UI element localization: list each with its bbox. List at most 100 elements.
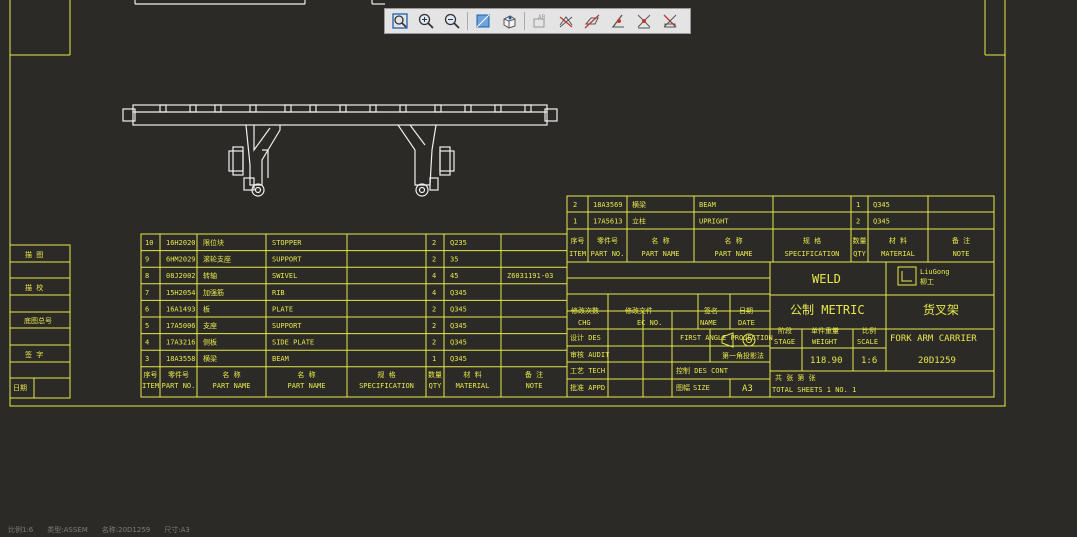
sheets-label: 共 张 第 张	[775, 373, 816, 382]
zoom-fit-icon	[392, 13, 408, 29]
bom-left-cell: 10	[145, 239, 153, 247]
bom-left-cell: Q345	[450, 355, 467, 363]
tech-label: 工艺 TECH	[570, 367, 605, 375]
bom-left-cell: 2	[432, 322, 436, 330]
bom-left-cell: 8	[145, 272, 149, 280]
weight-label-cn: 单件重量	[811, 326, 839, 335]
size-value: A3	[742, 384, 753, 394]
bom-right-cell: Q345	[873, 218, 890, 226]
projection-label-cn: 第一角投影法	[722, 351, 764, 360]
status-bar: 比例1:6 类型:ASSEM 名称:20D1259 尺寸:A3	[8, 525, 190, 535]
bom-left-cell: 4	[145, 339, 149, 347]
name-label-en: NAME	[700, 319, 717, 327]
bom-left-cell: 15H2054	[166, 289, 196, 297]
datum-planes-button[interactable]	[554, 10, 578, 32]
bom-left-cell: BEAM	[272, 355, 289, 363]
bom-right-header-cn: 序号	[571, 236, 585, 245]
weld-label: WELD	[812, 272, 841, 286]
zoom-fit-button[interactable]	[388, 10, 412, 32]
bom-right-cell: 1	[573, 218, 577, 226]
status-name: 名称:20D1259	[101, 526, 151, 534]
coordinate-systems-button[interactable]	[632, 10, 656, 32]
name-label-cn: 签名	[704, 306, 718, 315]
logo-text-cn: 柳工	[920, 277, 934, 286]
bom-right-cell: 2	[573, 201, 577, 209]
bom-left-cell: 16A1493	[166, 305, 196, 313]
bom-left-header-en: QTY	[429, 382, 442, 390]
liugong-logo: LiuGong 柳工	[897, 266, 950, 286]
drawing-window: 描 图 描 校 底图总号 签 字 日期 10 16H2020 限位块 STOPPER 2…	[0, 0, 1077, 537]
bom-right-header-en: QTY	[853, 250, 866, 258]
display-style-button[interactable]	[471, 10, 495, 32]
bom-left-cell: Z6031191-03	[507, 272, 553, 280]
bom-left-cell: 4	[432, 272, 436, 280]
bom-left-cell: 转轴	[203, 271, 217, 280]
annotation-display-button[interactable]: AB	[528, 10, 552, 32]
zoom-out-icon	[444, 13, 460, 29]
bom-left-cell: 2	[432, 305, 436, 313]
chg-label-cn: 修改次数	[571, 306, 599, 315]
bom-right-header-cn: 数量	[853, 236, 867, 245]
size-label-cn: 图幅	[676, 383, 690, 392]
weight-value: 118.90	[810, 356, 843, 366]
sheets-label-en: TOTAL SHEETS 1 NO. 1	[772, 386, 856, 394]
bom-right-cell: 2	[856, 218, 860, 226]
datum-points-button[interactable]	[606, 10, 630, 32]
chg-label-en: CHG	[578, 319, 591, 327]
view-orientation-icon	[503, 15, 516, 29]
bom-left-cell: Q345	[450, 339, 467, 347]
status-type: 类型:ASSEM	[47, 526, 88, 534]
status-size: 尺寸:A3	[164, 526, 190, 534]
bom-left-header-en: PART NAME	[213, 382, 251, 390]
bom-right-cell: 立柱	[632, 217, 646, 226]
bom-left-cell: 17A5006	[166, 322, 196, 330]
bom-left-cell: 2	[432, 256, 436, 264]
view-orientation-button[interactable]	[497, 10, 521, 32]
stage-label-cn: 阶段	[778, 326, 792, 335]
bom-left-cell: 限位块	[203, 238, 224, 247]
metric-label: 公制 METRIC	[790, 303, 865, 317]
side-label-1: 描 校	[25, 283, 43, 292]
bom-right-header-en: NOTE	[953, 250, 970, 258]
bom-left-header-cn: 名 称	[297, 370, 315, 379]
date-label-cn: 日期	[739, 307, 753, 315]
bom-left-cell: 6HM2029	[166, 256, 196, 264]
bom-right-header-cn: 规 格	[803, 236, 821, 245]
bom-right-header-en: SPECIFICATION	[785, 250, 840, 258]
spin-center-button[interactable]	[658, 10, 682, 32]
bom-left-cell: Q235	[450, 239, 467, 247]
drawing-canvas[interactable]: 描 图 描 校 底图总号 签 字 日期 10 16H2020 限位块 STOPPER 2…	[0, 0, 1077, 537]
bom-left-header-en: ITEM	[142, 382, 159, 390]
bom-right-cell: 18A3569	[593, 201, 623, 209]
bom-left-header-cn: 备 注	[525, 370, 543, 379]
date-label-en: DATE	[738, 319, 755, 327]
bom-left-cell: 4	[432, 289, 436, 297]
view-toolbar: AB	[384, 8, 691, 34]
bom-left-cell: SWIVEL	[272, 272, 297, 280]
zoom-in-button[interactable]	[414, 10, 438, 32]
zoom-in-icon	[418, 13, 434, 29]
bom-left-cell: 5	[145, 322, 149, 330]
audit-label: 审核 AUDIT	[570, 350, 610, 359]
bom-left-cell: PLATE	[272, 305, 293, 313]
title-cn: 货叉架	[923, 302, 959, 317]
zoom-out-button[interactable]	[440, 10, 464, 32]
bom-right-header-en: MATERIAL	[881, 250, 915, 258]
bom-right-header-cn: 材 料	[889, 236, 907, 245]
ecno-label-cn: 修改文件	[625, 306, 653, 315]
spin-center-icon	[663, 14, 677, 28]
bom-left-cell: RIB	[272, 289, 285, 297]
bom-left-cell: 加强筋	[203, 288, 224, 297]
bom-left-header-en: PART NO.	[162, 382, 196, 390]
bom-right-cell: 17A5613	[593, 218, 623, 226]
weight-label-en: WEIGHT	[812, 338, 838, 346]
bom-left-cell: 2	[432, 239, 436, 247]
bom-left-cell: 6	[145, 305, 149, 313]
datum-axes-button[interactable]	[580, 10, 604, 32]
bom-left-cell: SUPPORT	[272, 322, 302, 330]
bom-left-header-en: SPECIFICATION	[359, 382, 414, 390]
bom-left-cell: Q345	[450, 305, 467, 313]
datum-points-icon	[612, 14, 624, 28]
appd-label: 批准 APPD	[570, 383, 605, 392]
display-style-icon	[476, 14, 490, 28]
